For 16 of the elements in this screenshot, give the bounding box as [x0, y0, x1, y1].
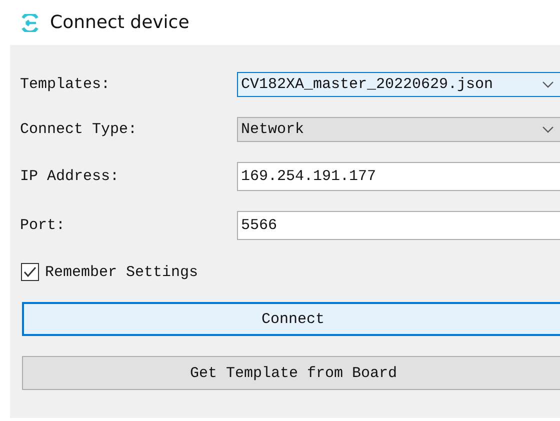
field-label: Templates:: [20, 76, 112, 93]
window-title: Connect device: [50, 12, 190, 33]
field-label: Connect Type:: [20, 121, 138, 138]
field-label: IP Address:: [20, 168, 120, 185]
checkbox-label: Remember Settings: [45, 264, 198, 280]
input-field[interactable]: 169.254.191.177: [237, 162, 560, 191]
button[interactable]: Connect: [22, 302, 560, 336]
dropdown[interactable]: CV182XA_master_20220629.json: [237, 72, 560, 97]
chevron-down-icon: [542, 126, 554, 134]
input-field[interactable]: 5566: [237, 211, 560, 240]
dropdown[interactable]: Network: [237, 117, 560, 142]
app-logo-icon: [20, 14, 40, 32]
field-label: Port:: [20, 217, 66, 234]
checkbox[interactable]: [21, 263, 39, 281]
chevron-down-icon: [542, 80, 554, 88]
button[interactable]: Get Template from Board: [22, 356, 560, 390]
